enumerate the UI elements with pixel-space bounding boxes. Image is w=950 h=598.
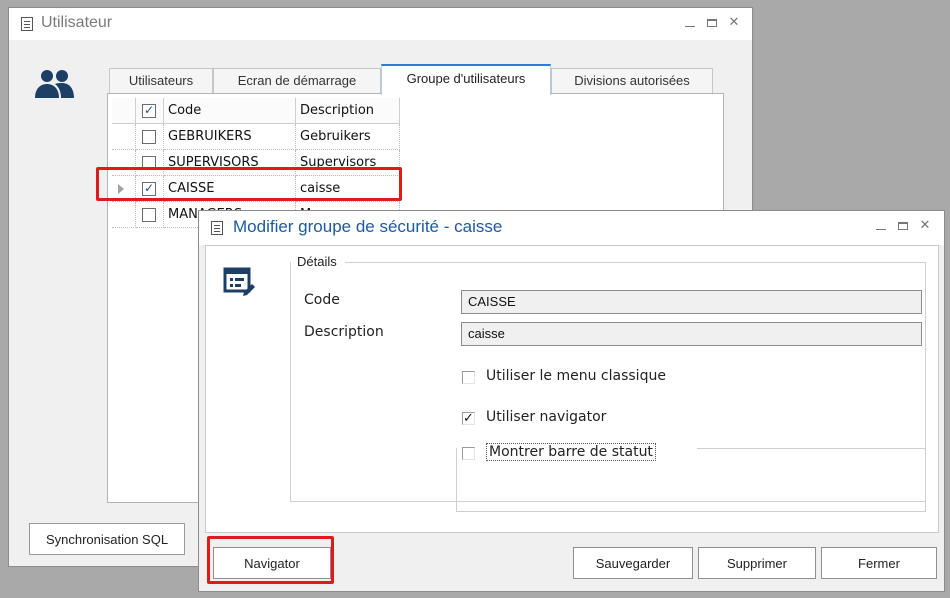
document-icon xyxy=(21,17,33,31)
classic-menu-label: Utiliser le menu classique xyxy=(486,368,666,384)
row-checkbox-cell xyxy=(136,202,164,228)
use-navigator-checkbox-row[interactable]: ✓ Utiliser navigator xyxy=(462,409,606,431)
dialog-close-button[interactable]: ✕ xyxy=(917,218,933,234)
select-all-checkbox[interactable]: ✓ xyxy=(142,104,156,118)
document-icon xyxy=(211,221,223,235)
row-code: GEBRUIKERS xyxy=(164,124,296,150)
edit-security-group-dialog: Modifier groupe de sécurité - caisse ✕ D… xyxy=(198,210,945,592)
table-row[interactable]: GEBRUIKERS Gebruikers xyxy=(112,124,400,150)
dialog-titlebar[interactable]: Modifier groupe de sécurité - caisse ✕ xyxy=(199,211,944,245)
maximize-icon xyxy=(707,19,717,27)
row-indicator-cell xyxy=(112,202,136,228)
user-window-titlebar[interactable]: Utilisateur ✕ xyxy=(9,8,752,40)
details-group-title: Détails xyxy=(295,254,339,269)
current-row-arrow-icon xyxy=(118,184,124,194)
maximize-icon xyxy=(898,222,908,230)
row-checkbox-cell: ✓ xyxy=(136,176,164,202)
dialog-minimize-button[interactable] xyxy=(873,218,889,234)
column-header-code[interactable]: Code xyxy=(164,98,296,124)
users-icon xyxy=(35,70,74,98)
tab-groupe-utilisateurs[interactable]: Groupe d'utilisateurs xyxy=(381,64,551,95)
tab-ecran-demarrage[interactable]: Ecran de démarrage xyxy=(213,68,381,94)
table-row[interactable]: SUPERVISORS Supervisors xyxy=(112,150,400,176)
tab-divisions-autorisees[interactable]: Divisions autorisées xyxy=(551,68,713,94)
minimize-icon xyxy=(876,229,886,230)
column-header-description[interactable]: Description xyxy=(296,98,400,124)
row-indicator-header xyxy=(112,98,136,124)
select-all-cell: ✓ xyxy=(136,98,164,124)
row-checkbox-cell xyxy=(136,124,164,150)
row-checkbox-cell xyxy=(136,150,164,176)
close-icon: ✕ xyxy=(728,15,740,30)
grid-header: ✓ Code Description xyxy=(112,98,400,124)
status-bar-checkbox[interactable] xyxy=(462,447,475,460)
tab-utilisateurs[interactable]: Utilisateurs xyxy=(109,68,213,94)
use-navigator-checkbox[interactable]: ✓ xyxy=(462,412,475,425)
minimize-button[interactable] xyxy=(682,15,698,31)
row-checkbox[interactable] xyxy=(142,208,156,222)
row-checkbox[interactable] xyxy=(142,130,156,144)
table-row-selected[interactable]: ✓ CAISSE caisse xyxy=(112,176,400,202)
dialog-title: Modifier groupe de sécurité - caisse xyxy=(233,217,503,236)
row-description: Gebruikers xyxy=(296,124,400,150)
description-field[interactable]: caisse xyxy=(461,322,922,346)
row-checkbox[interactable]: ✓ xyxy=(142,182,156,196)
use-navigator-label: Utiliser navigator xyxy=(486,409,607,425)
row-description: Supervisors xyxy=(296,150,400,176)
row-indicator-cell xyxy=(112,150,136,176)
row-checkbox[interactable] xyxy=(142,156,156,170)
sql-sync-button[interactable]: Synchronisation SQL xyxy=(29,523,185,555)
status-bar-label: Montrer barre de statut xyxy=(486,443,656,461)
close-window-button[interactable]: ✕ xyxy=(726,15,742,31)
row-code: SUPERVISORS xyxy=(164,150,296,176)
minimize-icon xyxy=(685,26,695,27)
close-button[interactable]: Fermer xyxy=(821,547,937,579)
form-edit-icon xyxy=(223,267,255,296)
row-indicator-cell xyxy=(112,124,136,150)
navigator-button[interactable]: Navigator xyxy=(213,547,331,579)
save-button[interactable]: Sauvegarder xyxy=(573,547,693,579)
delete-button[interactable]: Supprimer xyxy=(698,547,816,579)
row-code: CAISSE xyxy=(164,176,296,202)
code-field[interactable]: CAISSE xyxy=(461,290,922,314)
row-indicator-cell xyxy=(112,176,136,202)
description-label: Description xyxy=(304,324,384,340)
maximize-button[interactable] xyxy=(704,15,720,31)
close-icon: ✕ xyxy=(919,218,931,233)
code-label: Code xyxy=(304,292,340,308)
user-window-title: Utilisateur xyxy=(41,14,113,31)
dialog-body: Détails Code CAISSE Description caisse U… xyxy=(205,245,939,533)
classic-menu-checkbox[interactable] xyxy=(462,371,475,384)
dialog-maximize-button[interactable] xyxy=(895,218,911,234)
row-description: caisse xyxy=(296,176,400,202)
